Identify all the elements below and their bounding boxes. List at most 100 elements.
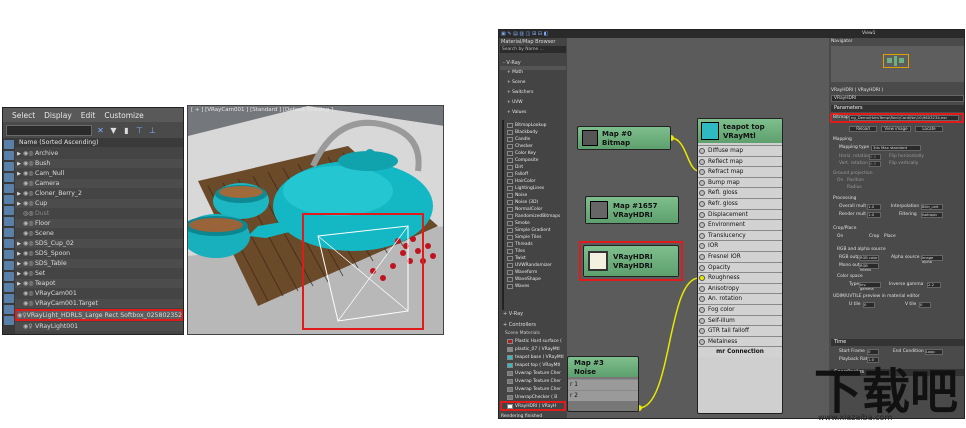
tree-item[interactable]: ▶ ◉◎ SDS_Spoon (15, 249, 183, 258)
render-viewport[interactable]: [ + ] [VRayCam001 ] [Standard ] [Default… (187, 105, 444, 335)
category-item[interactable]: + Values (507, 110, 526, 115)
node-map1657[interactable]: Map #1657 VRayHDRI (585, 196, 679, 224)
vray-section[interactable]: + V-Ray (503, 311, 523, 317)
visibility-icon[interactable]: ◎◎ (23, 210, 35, 217)
slot-anisotropy[interactable]: Anisotropy (698, 282, 782, 294)
map-item[interactable]: Noise (3D) (515, 200, 538, 205)
parameters-rollout[interactable]: Parameters (831, 105, 964, 112)
viewport-label[interactable]: [ + ] [VRayCam001 ] [Standard ] [Default… (191, 107, 333, 113)
visibility-icon[interactable]: ◉◎ (23, 290, 35, 297)
scene-material-item[interactable]: Uvwrap Texture Cher (515, 387, 561, 392)
crop-on-checkbox[interactable]: On (837, 234, 843, 239)
view-tab[interactable]: View1 (862, 31, 876, 36)
tree-item[interactable]: ▶ ◉◎ Cloner_Berry_2 (15, 189, 183, 198)
slot-self-illum[interactable]: Self-illum (698, 314, 782, 326)
map-item[interactable]: Smoke (515, 221, 530, 226)
visibility-icon[interactable]: ◉◎ (23, 280, 35, 287)
expand-icon[interactable]: ▶ (15, 271, 23, 277)
map-item[interactable]: Tiles (515, 249, 525, 254)
flip-v-checkbox[interactable]: Flip vertically (889, 161, 918, 166)
expand-icon[interactable]: ▶ (15, 201, 23, 207)
visibility-icon[interactable]: ◉◎ (23, 250, 35, 257)
map-item[interactable]: RandomizedBitmaps (515, 214, 560, 219)
tree-item[interactable]: ▶ ◉◎ Archive (15, 149, 183, 158)
visibility-icon[interactable]: ◉◎ (23, 270, 35, 277)
map-item[interactable]: WaveShape (515, 277, 541, 282)
rgb-output-select[interactable]: RGB color (859, 255, 879, 261)
tree-header[interactable]: Name (Sorted Ascending) (15, 138, 183, 147)
slot-refl-gloss[interactable]: Refl. gloss (698, 187, 782, 198)
layer-icon[interactable]: ⊥ (148, 126, 157, 135)
ground-on-checkbox[interactable]: On (837, 178, 843, 183)
hierarchy-icon[interactable]: ⊤ (135, 126, 144, 135)
tree-item[interactable]: ▶ ◉◎ SDS_Table (15, 259, 183, 268)
bitmap-path-field[interactable]: ng_Demo\HdrsTemp\Rect\Card\Ne\10\9603234… (849, 115, 959, 121)
tree-item[interactable]: ▶ ◉◎ Set (15, 269, 183, 278)
map-item[interactable]: Composite (515, 158, 538, 163)
tree-item[interactable]: ◉◎ Floor (15, 219, 183, 228)
map-item[interactable]: UVWRandomizer (515, 263, 552, 268)
expand-icon[interactable]: ▶ (15, 241, 23, 247)
category-item[interactable]: + Math (507, 70, 523, 75)
slot-diffuse-map[interactable]: Diffuse map (698, 145, 782, 156)
reload-button[interactable]: Reload (849, 126, 877, 132)
scene-material-item[interactable]: teapot base ( VRayMtl (515, 355, 564, 360)
map-item[interactable]: Simple Tiles (515, 235, 541, 240)
map-item[interactable]: HairColor (515, 179, 535, 184)
toolbar-icons[interactable]: ▣ ✎ ▤ ▥ ◫ ⊞ ⊟ ◧ (501, 31, 548, 37)
expand-icon[interactable]: ▶ (15, 251, 23, 257)
slot-ior[interactable]: IOR (698, 240, 782, 251)
expand-icon[interactable]: ▶ (15, 281, 23, 287)
u-tile-input[interactable]: 0 (863, 302, 875, 308)
slot-refract-map[interactable]: Refract map (698, 166, 782, 177)
slot-opacity[interactable]: Opacity (698, 261, 782, 273)
tree-item[interactable]: ◉♀ VRayLight001 (15, 322, 183, 331)
map-item[interactable]: Threads (515, 242, 533, 247)
slot-an-rotation[interactable]: An. rotation (698, 293, 782, 304)
visibility-icon[interactable]: ◉◎ (23, 180, 35, 187)
navigator-view[interactable] (831, 46, 964, 82)
tree-item[interactable]: ◎◎ Dust (15, 209, 183, 218)
filtering-select[interactable]: Isotropic (921, 212, 943, 218)
slot-fog-color[interactable]: Fog color (698, 304, 782, 315)
scene-material-item-selected[interactable]: VRayHDRI ( VRayH (515, 404, 556, 409)
slot-refr-gloss[interactable]: Refr. gloss (698, 198, 782, 209)
scene-material-item[interactable]: Uvwrap Texture Cher (515, 371, 561, 376)
browser-search-input[interactable]: Search by Name ... (500, 46, 566, 53)
slot-roughness[interactable]: Roughness (698, 272, 782, 283)
node-slot[interactable]: r 2 (568, 390, 638, 401)
map-item[interactable]: BitmapLookup (515, 123, 546, 128)
slot-bump-map[interactable]: Bump map (698, 176, 782, 188)
expand-icon[interactable]: ▶ (15, 151, 23, 157)
render-mult-input[interactable]: 1.0 (867, 212, 881, 218)
visibility-icon[interactable]: ◉◎ (23, 260, 35, 267)
expand-icon[interactable]: ▶ (15, 261, 23, 267)
visibility-icon[interactable]: ◉◎ (23, 150, 35, 157)
inverse-gamma-input[interactable]: 2.2 (927, 282, 941, 288)
slot-gtr-tail-falloff[interactable]: GTR tail falloff (698, 325, 782, 336)
tree-item[interactable]: ▶ ◉◎ Teapot (15, 279, 183, 288)
map-item[interactable]: Waveform (515, 270, 537, 275)
material-name-field[interactable]: VRayHDRI (831, 95, 964, 102)
slot-environment[interactable]: Environment (698, 219, 782, 230)
node-vrayhdri[interactable]: VRayHDRI VRayHDRI (583, 245, 679, 277)
slot-fresnel-ior[interactable]: Fresnel IOR (698, 251, 782, 262)
slot-displacement[interactable]: Displacement (698, 208, 782, 220)
visibility-icon[interactable]: ◉◎ (23, 200, 35, 207)
map-item[interactable]: Dirt (515, 165, 523, 170)
scene-material-item[interactable]: teapot top ( VRayMtl (515, 363, 560, 368)
crop-radio[interactable]: Crop (869, 234, 879, 239)
tree-item[interactable]: ◉◎ Camera (15, 179, 183, 188)
slot-translucency[interactable]: Translucency (698, 229, 782, 241)
node-map0[interactable]: Map #0 Bitmap (577, 126, 671, 150)
visibility-icon[interactable]: ◉◎ (23, 170, 35, 177)
scene-materials-header[interactable]: Scene Materials (505, 331, 540, 336)
node-teapot-top[interactable]: teapot top VRayMtl Diffuse map Reflect m… (697, 118, 783, 414)
visibility-icon[interactable]: ◉♀ (17, 312, 27, 319)
slot-metalness[interactable]: Metalness (698, 335, 782, 347)
map-item[interactable]: Checker (515, 144, 533, 149)
visibility-icon[interactable]: ◉♀ (23, 323, 35, 330)
map-item[interactable]: Color Key (515, 151, 536, 156)
flip-h-checkbox[interactable]: Flip horizontally (889, 154, 924, 159)
node-canvas[interactable]: Map #0 Bitmap Map #1657 VRayHDRI VRayHDR… (567, 38, 829, 418)
